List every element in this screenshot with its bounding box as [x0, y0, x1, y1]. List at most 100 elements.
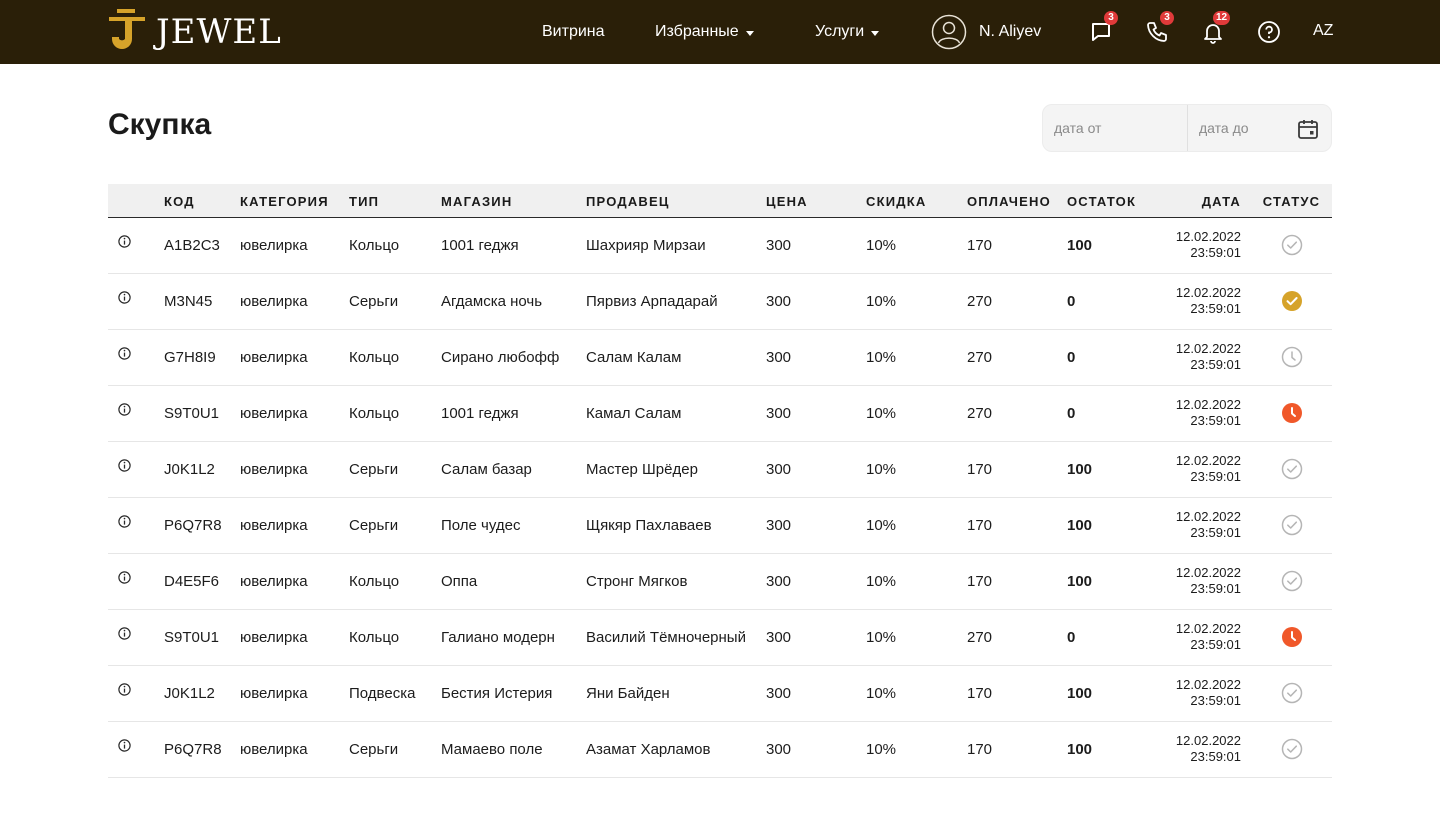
info-icon[interactable]: [118, 738, 131, 752]
table-row[interactable]: A1B2C3 ювелирка Кольцо 1001 геджя Шахрияр Ми…: [108, 217, 1332, 273]
cell-category: ювелирка: [240, 684, 308, 702]
cell-status[interactable]: [1251, 665, 1332, 721]
cell-category: ювелирка: [240, 348, 308, 366]
column-header-store[interactable]: МАГАЗИН: [441, 184, 586, 217]
info-icon[interactable]: [118, 514, 131, 528]
cell-date-time: 23:59:01: [1190, 469, 1241, 484]
cell-discount: 10%: [866, 684, 897, 702]
cell-remainder: 100: [1067, 460, 1093, 478]
cell-code: A1B2C3: [164, 236, 220, 254]
language-switcher[interactable]: AZ: [1313, 22, 1333, 40]
table-row[interactable]: P6Q7R8 ювелирка Серьги Мамаево поле Азамат Х…: [108, 721, 1332, 777]
cell-seller: Азамат Харламов: [586, 740, 711, 758]
column-header-category[interactable]: КАТЕГОРИЯ: [240, 184, 349, 217]
table-row[interactable]: M3N45 ювелирка Серьги Агдамска ночь Пярвиз А…: [108, 273, 1332, 329]
cell-remainder: 0: [1067, 348, 1076, 366]
cell-type: Серьги: [349, 292, 399, 310]
column-header-remainder[interactable]: ОСТАТОК: [1067, 184, 1159, 217]
info-icon[interactable]: [118, 570, 131, 584]
cell-date: 12.02.2022 23:59:01: [1159, 553, 1251, 609]
cell-store: 1001 геджя: [441, 236, 519, 254]
chevron-down-icon: [871, 30, 880, 36]
table-row[interactable]: G7H8I9 ювелирка Кольцо Сирано любофф Салам К…: [108, 329, 1332, 385]
info-icon[interactable]: [118, 402, 131, 416]
column-header-price[interactable]: ЦЕНА: [766, 184, 866, 217]
column-header-paid[interactable]: ОПЛАЧЕНО: [967, 184, 1067, 217]
info-icon[interactable]: [118, 626, 131, 640]
cell-type: Кольцо: [349, 628, 400, 646]
cell-date-time: 23:59:01: [1190, 749, 1241, 764]
help-button[interactable]: [1255, 18, 1283, 46]
cell-category: ювелирка: [240, 404, 308, 422]
date-from-input[interactable]: [1043, 105, 1188, 151]
cell-date-time: 23:59:01: [1190, 357, 1241, 372]
cell-status[interactable]: [1251, 497, 1332, 553]
cell-date: 12.02.2022 23:59:01: [1159, 609, 1251, 665]
calls-button[interactable]: 3: [1143, 11, 1174, 46]
column-header-type[interactable]: ТИП: [349, 184, 441, 217]
row-info-cell: [108, 665, 164, 721]
top-navigation-bar: JEWEL Витрина Избранные Услуги N. Aliyev…: [0, 0, 1440, 64]
table-row[interactable]: P6Q7R8 ювелирка Серьги Поле чудес Щякяр Пахл…: [108, 497, 1332, 553]
info-icon[interactable]: [118, 290, 131, 304]
status-pending-icon: [1281, 346, 1302, 368]
column-header-code[interactable]: КОД: [164, 184, 240, 217]
cell-date-time: 23:59:01: [1190, 525, 1241, 540]
info-icon[interactable]: [118, 458, 131, 472]
column-header-date[interactable]: ДАТА: [1159, 184, 1251, 217]
cell-status[interactable]: [1251, 329, 1332, 385]
cell-code: D4E5F6: [164, 572, 220, 590]
cell-store: Галиано модерн: [441, 628, 555, 646]
cell-paid: 270: [967, 628, 993, 646]
status-approved-icon: [1281, 738, 1302, 760]
messages-button[interactable]: 3: [1087, 11, 1118, 46]
cell-status[interactable]: [1251, 273, 1332, 329]
cell-status[interactable]: [1251, 217, 1332, 273]
column-header-discount[interactable]: СКИДКА: [866, 184, 967, 217]
info-icon[interactable]: [118, 346, 131, 360]
user-name: N. Aliyev: [979, 23, 1042, 40]
cell-date-day: 12.02.2022: [1175, 285, 1241, 300]
cell-date-day: 12.02.2022: [1175, 621, 1241, 636]
logo[interactable]: JEWEL: [108, 8, 282, 56]
cell-price: 300: [766, 572, 792, 590]
cell-status[interactable]: [1251, 609, 1332, 665]
calendar-icon[interactable]: [1297, 118, 1319, 140]
nav-services-dropdown[interactable]: Услуги: [815, 0, 880, 64]
cell-category: ювелирка: [240, 740, 308, 758]
cell-category: ювелирка: [240, 628, 308, 646]
column-header-status[interactable]: СТАТУС: [1251, 184, 1332, 217]
cell-status[interactable]: [1251, 441, 1332, 497]
cell-status[interactable]: [1251, 721, 1332, 777]
status-overdue-icon: [1281, 627, 1302, 647]
status-completed-icon: [1281, 291, 1302, 311]
nav-favorites-dropdown[interactable]: Избранные: [655, 0, 754, 64]
cell-date-time: 23:59:01: [1190, 637, 1241, 652]
info-icon[interactable]: [118, 234, 131, 248]
notifications-button[interactable]: 12: [1199, 11, 1231, 46]
user-avatar-icon: [931, 14, 967, 50]
cell-type: Кольцо: [349, 236, 400, 254]
date-to-input[interactable]: [1188, 105, 1288, 151]
cell-date-day: 12.02.2022: [1175, 509, 1241, 524]
cell-date: 12.02.2022 23:59:01: [1159, 273, 1251, 329]
column-header-seller[interactable]: ПРОДАВЕЦ: [586, 184, 766, 217]
cell-date: 12.02.2022 23:59:01: [1159, 721, 1251, 777]
nav-vitrina-label: Витрина: [542, 23, 605, 40]
table-row[interactable]: D4E5F6 ювелирка Кольцо Оппа Стронг Мягков 300…: [108, 553, 1332, 609]
cell-status[interactable]: [1251, 553, 1332, 609]
nav-vitrina[interactable]: Витрина: [542, 0, 605, 64]
table-row[interactable]: S9T0U1 ювелирка Кольцо 1001 геджя Камал Сала…: [108, 385, 1332, 441]
user-menu[interactable]: N. Aliyev: [931, 14, 1041, 50]
cell-seller: Шахрияр Мирзаи: [586, 236, 706, 254]
notifications-badge: 12: [1213, 11, 1231, 25]
table-row[interactable]: J0K1L2 ювелирка Подвеска Бестия Истерия Яни …: [108, 665, 1332, 721]
cell-code: G7H8I9: [164, 348, 216, 366]
cell-status[interactable]: [1251, 385, 1332, 441]
info-icon[interactable]: [118, 682, 131, 696]
table-row[interactable]: S9T0U1 ювелирка Кольцо Галиано модерн Васили…: [108, 609, 1332, 665]
cell-seller: Стронг Мягков: [586, 572, 688, 590]
cell-date: 12.02.2022 23:59:01: [1159, 665, 1251, 721]
cell-seller: Мастер Шрёдер: [586, 460, 698, 478]
table-row[interactable]: J0K1L2 ювелирка Серьги Салам базар Мастер Шр…: [108, 441, 1332, 497]
